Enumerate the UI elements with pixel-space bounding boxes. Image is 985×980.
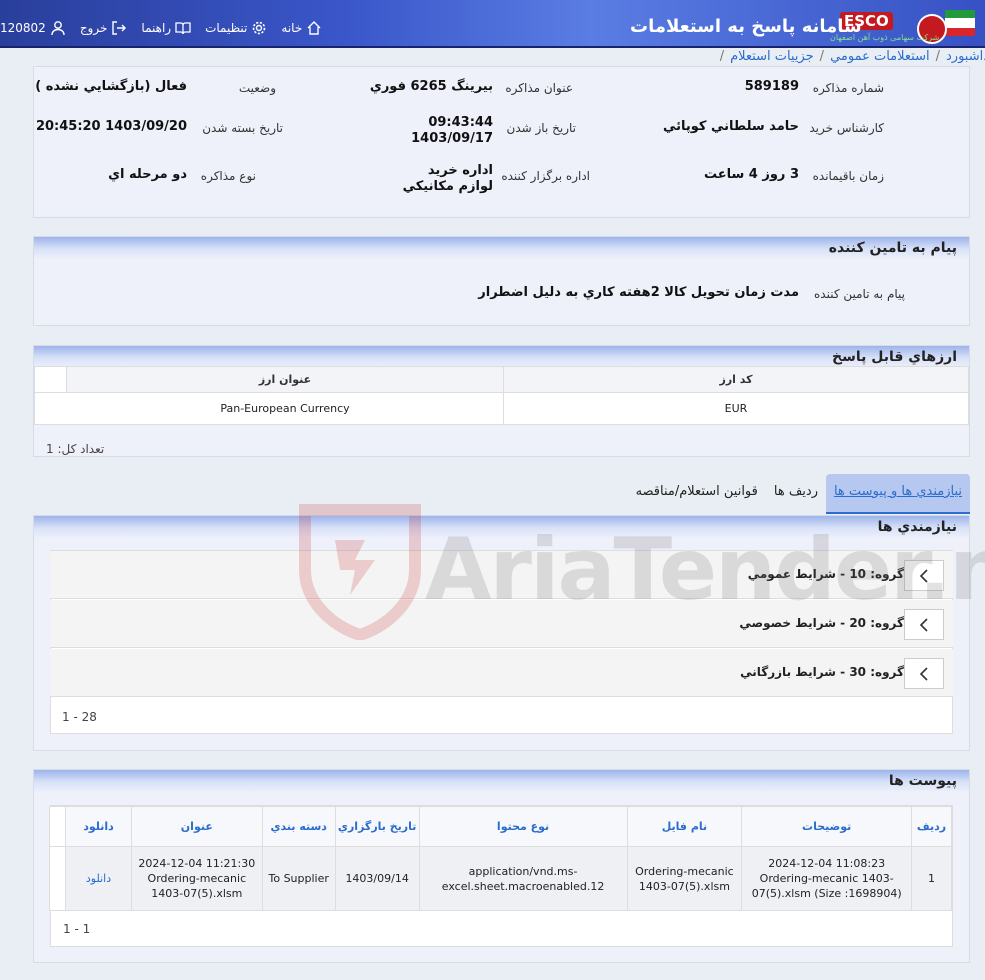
gear-icon	[253, 21, 266, 35]
logout-icon	[112, 21, 127, 35]
list-item[interactable]: گروه: 20 - شرايط خصوصي	[50, 600, 953, 648]
logout-link[interactable]: خروج	[80, 18, 128, 38]
chevron-left-icon[interactable]	[904, 560, 944, 591]
col-upload-date[interactable]: تاريخ بارگزاري	[334, 806, 420, 847]
breadcrumb-separator: /	[719, 49, 725, 64]
breadcrumb-public-inquiries[interactable]: استعلامات عمومي	[830, 49, 930, 64]
help-label: راهنما	[141, 21, 172, 35]
flag-icon	[945, 10, 975, 36]
upload-date-cell: 1403/09/14	[334, 846, 420, 911]
home-icon	[307, 21, 321, 35]
close-date-value: 1403/09/20 20:45:20	[35, 119, 187, 134]
download-link[interactable]: دانلود	[65, 846, 132, 911]
settings-label: تنظیمات	[205, 21, 248, 35]
group-label: گروه: 10 - شرايط عمومي	[747, 567, 904, 581]
user-icon	[51, 21, 65, 36]
table-row: EUR Pan-European Currency	[34, 392, 969, 425]
col-description[interactable]: توضيحات	[741, 806, 913, 847]
negotiation-number-label: شماره مذاکره	[812, 81, 884, 95]
currencies-panel: ارزهاي قابل پاسخ کد ارز عنوان ارز EUR Pa…	[33, 345, 970, 457]
col-file-name[interactable]: نام فايل	[626, 806, 743, 847]
supplier-message-panel: پيام به تامين کننده پيام به تامين کننده …	[33, 236, 970, 326]
breadcrumb: داشبورد / استعلامات عمومي / جزييات استعل…	[0, 48, 985, 68]
status-label: وضعيت	[238, 81, 276, 95]
logout-label: خروج	[79, 21, 108, 35]
status-value: فعال (بازگشايي نشده )	[35, 79, 187, 94]
open-date-value: 1403/09/17	[411, 131, 493, 146]
requirements-pager: 1 - 28	[62, 710, 97, 724]
breadcrumb-dashboard[interactable]: داشبورد	[946, 49, 985, 64]
close-date-label: تاريخ بسته شدن	[202, 121, 283, 135]
user-id: 120802	[0, 21, 46, 35]
summary-panel: شماره مذاکره 589189 عنوان مذاکره بيرينگ …	[33, 66, 970, 218]
currencies-heading: ارزهاي قابل پاسخ	[34, 346, 969, 368]
negotiation-number-value: 589189	[744, 79, 799, 94]
col-category[interactable]: دسته بندي	[261, 806, 336, 847]
tabs: نيازمندي ها و پيوست ها رديف ها قوانين اس…	[628, 474, 970, 514]
group-label: گروه: 30 - شرايط بازرگاني	[740, 665, 904, 679]
group-label: گروه: 20 - شرايط خصوصي	[739, 616, 904, 630]
category-cell: To Supplier	[261, 846, 336, 911]
negotiation-type-value: دو مرحله اي	[108, 167, 187, 182]
organizing-dept-value: اداره خريد لوازم مکانيکي	[402, 163, 493, 194]
settings-link[interactable]: تنظیمات	[205, 18, 267, 38]
breadcrumb-separator: /	[935, 49, 940, 64]
content-type-cell: application/vnd.ms-excel.sheet.macroenab…	[418, 846, 628, 911]
col-download[interactable]: دانلود	[65, 806, 132, 847]
negotiation-type-label: نوع مذاکره	[200, 169, 256, 183]
book-icon	[175, 22, 191, 35]
attachments-pager: 1 - 1	[63, 922, 91, 936]
col-title[interactable]: عنوان	[130, 806, 263, 847]
col-content-type[interactable]: نوع محتوا	[418, 806, 628, 847]
user-menu[interactable]: 120802	[0, 18, 66, 38]
currency-title-cell: Pan-European Currency	[34, 392, 504, 425]
organizing-dept-label: اداره برگزار کننده	[501, 169, 590, 183]
list-item[interactable]: گروه: 30 - شرايط بازرگاني	[50, 649, 953, 697]
supplier-message-label: پيام به تامين کننده	[814, 287, 905, 301]
supplier-message-heading: پيام به تامين کننده	[34, 237, 969, 259]
buyer-expert-label: کارشناس خريد	[809, 121, 884, 135]
home-label: خانه	[281, 21, 303, 35]
app-header: ESCO شرکت سهامی ذوب آهن اصفهان سامانه پا…	[0, 0, 985, 48]
remaining-time-label: زمان باقيمانده	[812, 169, 884, 183]
buyer-expert-value: حامد سلطاني کوپائي	[662, 119, 799, 134]
supplier-message-value: مدت زمان تحويل کالا 2هفته کاري به دليل ا…	[478, 285, 799, 300]
attachments-heading: پيوست ها	[34, 770, 969, 792]
col-spacer	[34, 366, 67, 393]
col-row[interactable]: رديف	[911, 806, 952, 847]
home-link[interactable]: خانه	[281, 18, 322, 38]
col-currency-title[interactable]: عنوان ارز	[66, 366, 504, 393]
chevron-left-icon[interactable]	[904, 658, 944, 689]
attachments-table: رديف توضيحات نام فايل نوع محتوا تاريخ با…	[48, 806, 952, 911]
tab-rows[interactable]: رديف ها	[766, 474, 826, 514]
description-cell: 2024-12-04 11:08:23 Ordering-mecanic 140…	[741, 846, 913, 911]
app-title: سامانه پاسخ به استعلامات	[630, 16, 862, 37]
open-date-label: تاريخ باز شدن	[506, 121, 576, 135]
help-link[interactable]: راهنما	[141, 18, 191, 38]
list-item[interactable]: گروه: 10 - شرايط عمومي	[50, 551, 953, 599]
currencies-table: کد ارز عنوان ارز EUR Pan-European Curren…	[34, 366, 969, 425]
spacer-cell	[48, 846, 67, 911]
tab-rules[interactable]: قوانين استعلام/مناقصه	[628, 474, 766, 514]
breadcrumb-separator: /	[819, 49, 825, 64]
title-cell: 2024-12-04 11:21:30 Ordering-mecanic 140…	[130, 846, 263, 911]
col-currency-code[interactable]: کد ارز	[503, 366, 969, 393]
remaining-time-value: 3 روز 4 ساعت	[703, 167, 799, 182]
negotiation-title-value: بيرينگ 6265 فوري	[369, 79, 493, 94]
chevron-left-icon[interactable]	[904, 609, 944, 640]
currency-code-cell: EUR	[503, 392, 969, 425]
col-spacer	[48, 806, 67, 847]
attachments-container: رديف توضيحات نام فايل نوع محتوا تاريخ با…	[48, 805, 953, 947]
table-row: 1 2024-12-04 11:08:23 Ordering-mecanic 1…	[48, 846, 952, 911]
open-time-value: 09:43:44	[428, 115, 493, 130]
requirements-heading: نيازمندي ها	[34, 516, 969, 538]
top-nav: 120802 خروج راهنما تنظیمات خانه	[0, 18, 322, 38]
breadcrumb-inquiry-details[interactable]: جزييات استعلام	[730, 49, 814, 64]
tab-requirements-attachments[interactable]: نيازمندي ها و پيوست ها	[825, 474, 970, 514]
file-name-cell: Ordering-mecanic 1403-07(5).xlsm	[626, 846, 743, 911]
currencies-count: تعداد کل: 1	[46, 442, 105, 456]
negotiation-title-label: عنوان مذاکره	[505, 81, 573, 95]
row-number-cell: 1	[911, 846, 952, 911]
